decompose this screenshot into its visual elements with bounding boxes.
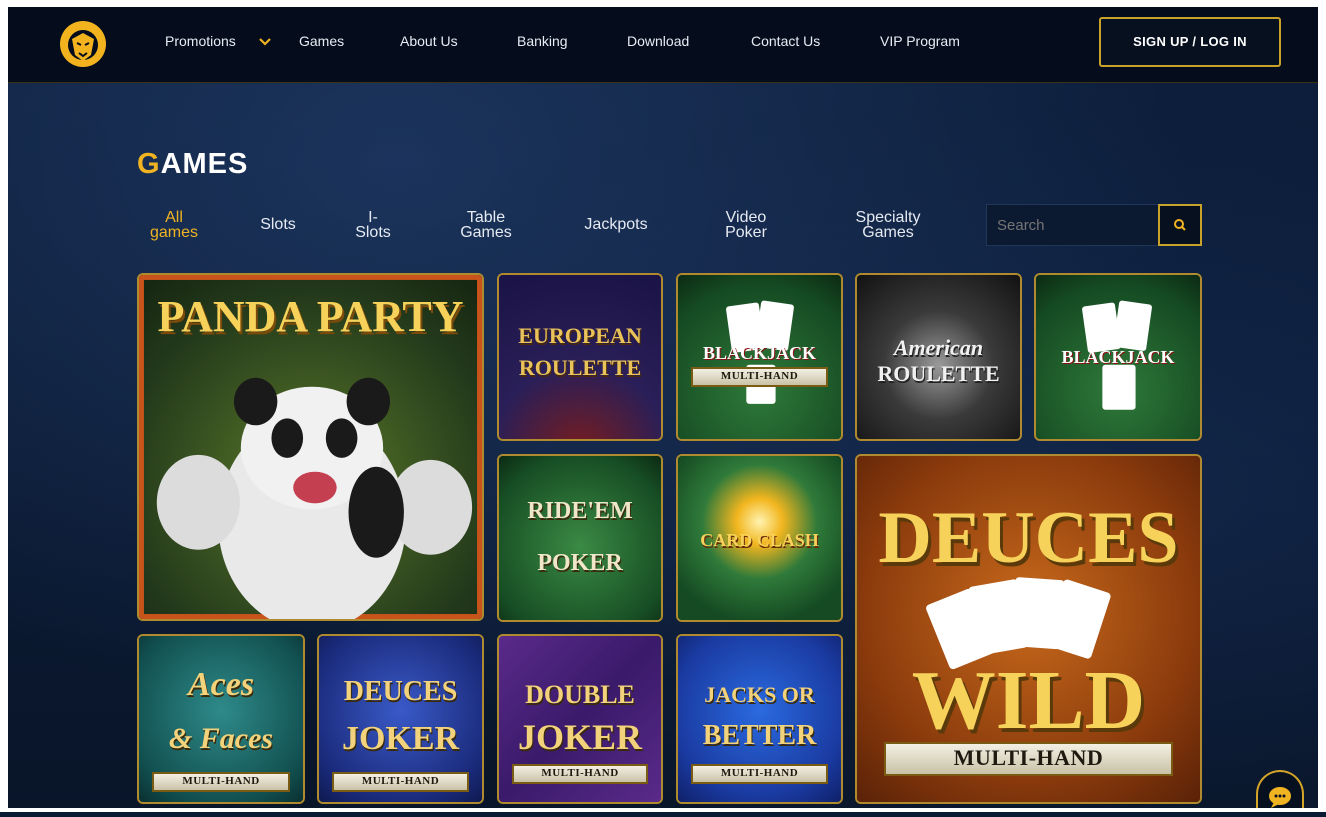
lion-logo-icon[interactable]: [58, 19, 108, 71]
game-tile-panda-party[interactable]: PANDA PARTY: [137, 273, 484, 621]
game-ribbon: MULTI-HAND: [691, 367, 828, 387]
screenshot-frame-right: [1318, 0, 1326, 812]
screenshot-frame-bottom: [0, 808, 1326, 812]
nav-banking[interactable]: Banking: [517, 33, 568, 49]
chevron-down-icon[interactable]: [258, 37, 272, 47]
game-title-line1: DEUCES: [343, 676, 458, 707]
tab-label-line1: Specialty: [855, 209, 921, 226]
game-title-line2: ROULETTE: [518, 355, 642, 380]
game-ribbon: MULTI-HAND: [332, 772, 469, 792]
game-title-line1: DOUBLE: [525, 680, 635, 709]
game-title-line2: & Faces: [168, 722, 274, 755]
search-input[interactable]: [986, 204, 1158, 246]
tab-label-line1: Jackpots: [584, 216, 648, 233]
nav-vip-program[interactable]: VIP Program: [880, 33, 960, 49]
top-navbar: Promotions Games About Us Banking Downlo…: [8, 7, 1318, 83]
game-title-line1: EUROPEAN: [518, 323, 642, 348]
tab-label-line2: Slots: [355, 224, 391, 241]
game-title-line2: BETTER: [702, 720, 817, 751]
game-title: PANDA PARTY: [157, 292, 464, 341]
game-ribbon: MULTI-HAND: [691, 764, 828, 784]
screenshot-frame-left: [0, 0, 8, 812]
tab-i-slots[interactable]: I- Slots: [343, 209, 403, 241]
screenshot-frame-top: [0, 0, 1326, 7]
game-title: CARD CLASH: [700, 530, 819, 550]
game-tile-deuces-joker-multi-hand[interactable]: DEUCES JOKER MULTI-HAND: [317, 634, 484, 804]
chat-button[interactable]: [1256, 770, 1304, 812]
game-ribbon: MULTI-HAND: [152, 772, 290, 792]
search-button[interactable]: [1158, 204, 1202, 246]
title-first-letter: G: [137, 148, 161, 180]
game-tile-blackjack[interactable]: BLACKJACK: [1034, 273, 1202, 441]
tab-label-line2: Games: [862, 224, 914, 241]
game-art: [499, 456, 661, 620]
signup-login-button[interactable]: SIGN UP / LOG IN: [1099, 17, 1281, 67]
tab-label-line2: games: [149, 224, 199, 241]
tab-table-games[interactable]: Table Games: [446, 209, 526, 241]
tab-label-line1: All: [165, 209, 183, 226]
nav-download[interactable]: Download: [627, 33, 689, 49]
game-title-line2: JOKER: [341, 720, 460, 757]
game-tile-deuces-wild-multi-hand[interactable]: DEUCES WILD MULTI-HAND: [855, 454, 1202, 804]
tab-specialty-games[interactable]: Specialty Games: [840, 209, 936, 241]
game-ribbon: MULTI-HAND: [511, 764, 649, 784]
game-title-line2: JOKER: [517, 717, 642, 757]
search-icon: [1174, 219, 1186, 231]
tab-label-line2: Poker: [725, 224, 767, 241]
game-title-line2: WILD: [911, 654, 1146, 747]
tab-slots[interactable]: Slots: [248, 216, 308, 233]
game-title-line1: DEUCES: [878, 497, 1179, 579]
game-title-line2: POKER: [537, 550, 623, 576]
game-title-line1: RIDE'EM: [527, 498, 633, 524]
nav-about-us[interactable]: About Us: [400, 33, 458, 49]
nav-promotions[interactable]: Promotions: [165, 33, 236, 49]
game-tile-jacks-or-better-multi-hand[interactable]: JACKS OR BETTER MULTI-HAND: [676, 634, 843, 804]
game-title-line1: American: [893, 335, 984, 360]
game-tile-ride-em-poker[interactable]: RIDE'EM POKER: [497, 454, 663, 622]
page-title: GAMES: [137, 148, 248, 181]
nav-contact-us[interactable]: Contact Us: [751, 33, 820, 49]
title-rest: AMES: [160, 148, 249, 180]
tab-label-line1: Video: [725, 209, 767, 226]
game-title: BLACKJACK: [1061, 347, 1175, 367]
game-tile-blackjack-multi-hand[interactable]: BLACKJACK MULTI-HAND: [676, 273, 843, 441]
game-tile-double-joker-multi-hand[interactable]: DOUBLE JOKER MULTI-HAND: [497, 634, 663, 804]
tab-video-poker[interactable]: Video Poker: [706, 209, 786, 241]
game-ribbon: MULTI-HAND: [884, 742, 1173, 776]
game-tile-aces-faces-multi-hand[interactable]: Aces & Faces MULTI-HAND: [137, 634, 305, 804]
tab-label-line2: Games: [460, 224, 512, 241]
chat-bubble-icon: [1269, 787, 1291, 808]
game-tile-european-roulette[interactable]: EUROPEAN ROULETTE: [497, 273, 663, 441]
tab-label-line1: Slots: [260, 216, 296, 233]
tab-label-line1: I-: [368, 209, 378, 226]
nav-games[interactable]: Games: [299, 33, 344, 49]
tab-jackpots[interactable]: Jackpots: [570, 216, 662, 233]
game-title-line1: Aces: [187, 666, 255, 703]
tab-label-line1: Table: [466, 209, 506, 226]
game-title-line2: ROULETTE: [877, 361, 1000, 386]
game-tile-card-clash[interactable]: CARD CLASH: [676, 454, 843, 622]
game-tile-american-roulette[interactable]: American ROULETTE: [855, 273, 1022, 441]
game-title: BLACKJACK: [702, 343, 816, 363]
tab-all-games[interactable]: All games: [142, 209, 206, 241]
game-title-line1: JACKS OR: [704, 682, 815, 707]
